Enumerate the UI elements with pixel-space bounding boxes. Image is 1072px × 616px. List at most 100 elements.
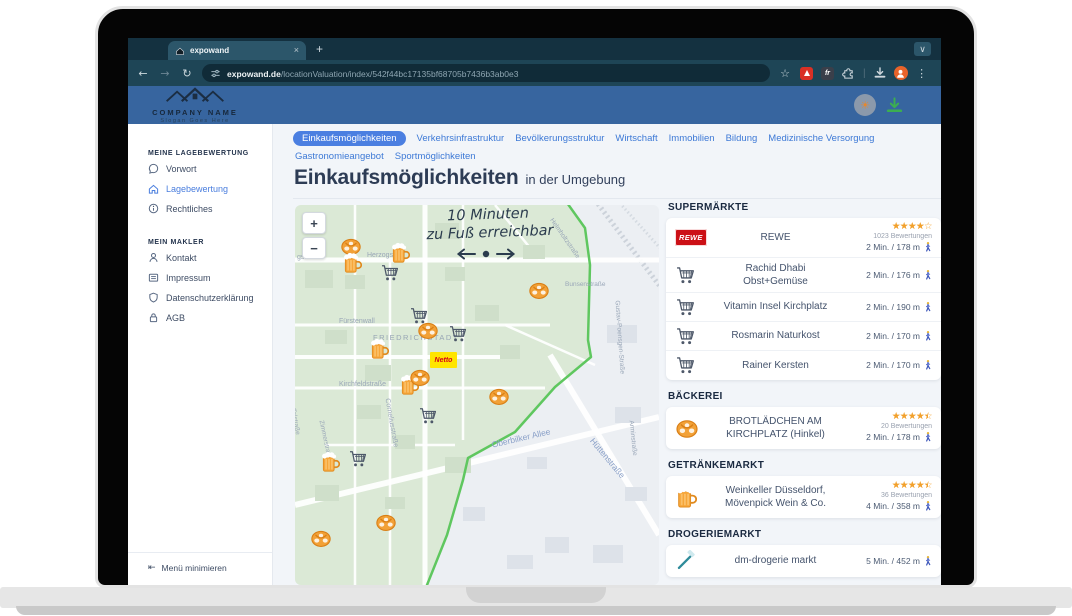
back-button[interactable]: ← [132,67,154,80]
map-marker-bakery-pretzel-icon[interactable] [528,279,550,301]
tab-bildung[interactable]: Bildung [726,133,758,144]
toothbrush-icon [675,550,696,571]
review-count: 1023 Bewertungen [873,233,932,240]
sidebar-item-agb[interactable]: AGB [148,312,272,323]
tab-gastronomieangebot[interactable]: Gastronomieangebot [295,151,384,162]
distance: 2 Min. / 178 m [866,241,932,253]
site-settings-icon [210,68,221,79]
sidebar-item-kontakt[interactable]: Kontakt [148,252,272,263]
map-marker-supermarket-cart-icon[interactable] [448,324,467,343]
reload-button[interactable]: ↻ [176,67,198,80]
fr-extension-icon[interactable]: fr [821,67,834,80]
distance: 2 Min. / 170 m [866,330,932,342]
map-marker-drinks-beer-icon[interactable] [342,251,362,275]
tab-close-icon[interactable]: × [294,46,299,55]
walking-person-icon [924,555,932,567]
url-path: /locationValuation/index/542f44bc17135bf… [281,69,519,79]
map-marker-bakery-pretzel-icon[interactable] [375,511,397,533]
sidebar-item-impressum[interactable]: Impressum [148,272,272,283]
map-marker-supermarket-cart-icon[interactable] [348,449,367,468]
tab-wirtschaft[interactable]: Wirtschaft [615,133,657,144]
laptop-bottom-edge [16,606,1056,615]
download-report-button[interactable] [886,97,903,114]
url-domain: expowand.de [227,69,281,79]
address-bar[interactable]: expowand.de/locationValuation/index/542f… [202,64,770,82]
tab-verkehrsinfrastruktur[interactable]: Verkehrsinfrastruktur [417,133,505,144]
place-row[interactable]: Rainer Kersten 2 Min. / 170 m [666,351,941,380]
place-name: Weinkeller Düsseldorf, Mövenpick Wein & … [711,484,840,510]
browser-menu-icon[interactable]: ⋮ [916,67,928,80]
map-marker-drinks-beer-icon[interactable] [320,450,340,474]
tab-medizinische-versorgung[interactable]: Medizinische Versorgung [768,133,874,144]
profile-avatar[interactable] [894,66,908,80]
place-row[interactable]: dm-drogerie markt 5 Min. / 452 m [666,545,941,577]
distance: 2 Min. / 170 m [866,359,932,371]
place-row[interactable]: BROTLÄDCHEN AM KIRCHPLATZ (Hinkel) ☆☆☆☆☆… [666,407,941,449]
place-name: Vitamin Insel Kirchplatz [711,300,840,313]
forward-button[interactable]: → [154,67,176,80]
category-title: SUPERMÄRKTE [668,202,941,213]
rewe-logo: REWE [675,229,707,246]
walking-person-icon [924,359,932,371]
downloads-icon[interactable] [874,67,886,79]
pdf-extension-icon[interactable] [800,67,813,80]
walking-person-icon [924,431,932,443]
user-avatar[interactable]: ☀ [854,94,876,116]
tab-bevoelkerungsstruktur[interactable]: Bevölkerungsstruktur [515,133,604,144]
company-logo[interactable]: COMPANY NAME Slogan Goes Here [140,87,250,124]
company-name: COMPANY NAME [140,108,250,117]
chat-bubble-icon [148,163,159,174]
shopping-cart-icon [675,326,695,346]
sidebar-section-title: MEIN MAKLER [148,239,272,246]
place-name: REWE [711,231,840,244]
sidebar-item-datenschutz[interactable]: Datenschutzerklärung [148,292,272,303]
map-marker-bakery-pretzel-icon[interactable] [417,319,439,341]
map-marker-bakery-pretzel-icon[interactable] [310,527,332,549]
distance: 2 Min. / 178 m [866,431,932,443]
map-marker-drinks-beer-icon[interactable] [369,337,389,361]
tab-search-button[interactable]: ∨ [914,42,931,56]
places-panel: SUPERMÄRKTE REWE REWE ☆☆☆☆☆★★★★★ 1023 Be… [666,202,941,585]
sidebar-item-vorwort[interactable]: Vorwort [148,163,272,174]
sidebar-section-title: MEINE LAGEBEWERTUNG [148,150,272,157]
map-marker-supermarket-cart-icon[interactable] [418,406,437,425]
chevron-down-icon: ∨ [919,44,926,55]
place-row[interactable]: REWE REWE ☆☆☆☆☆★★★★★ 1023 Bewertungen 2 … [666,218,941,258]
place-row[interactable]: Rachid Dhabi Obst+Gemüse 2 Min. / 176 m [666,258,941,293]
document-icon [148,272,159,283]
browser-tab-strip: expowand × + ∨ [128,38,941,60]
map-zoom-control: + − [302,212,326,262]
sidebar-item-lagebewertung[interactable]: Lagebewertung [148,183,272,194]
map-marker-bakery-pretzel-icon[interactable] [409,366,431,388]
shield-icon [148,292,159,303]
minimize-menu-button[interactable]: ⇤ Menü minimieren [148,563,272,573]
map-marker-supermarket-cart-icon[interactable] [380,263,399,282]
place-row[interactable]: Weinkeller Düsseldorf, Mövenpick Wein & … [666,476,941,518]
laptop-notch [466,587,606,603]
place-row[interactable]: Vitamin Insel Kirchplatz 2 Min. / 190 m [666,293,941,322]
map-marker-drinks-beer-icon[interactable] [390,241,410,265]
tab-einkaufsmoeglichkeiten[interactable]: Einkaufsmöglichkeiten [293,131,406,146]
star-rating: ☆☆☆☆☆★★★★★ [892,412,932,422]
extensions-puzzle-icon[interactable] [842,67,855,80]
tab-sportmoeglichkeiten[interactable]: Sportmöglichkeiten [395,151,476,162]
map[interactable]: + − 10 Minuten zu Fuß erreichbar [295,205,659,585]
tab-immobilien[interactable]: Immobilien [669,133,715,144]
beer-mug-icon [675,484,697,510]
distance: 5 Min. / 452 m [866,555,932,567]
new-tab-button[interactable]: + [316,42,323,56]
zoom-out-button[interactable]: − [302,237,326,259]
page-title: Einkaufsmöglichkeiten in der Umgebung [294,166,625,190]
map-marker-netto-logo[interactable]: Netto [430,352,457,368]
shopping-cart-icon [675,355,695,375]
zoom-in-button[interactable]: + [302,212,326,234]
sun-icon: ☀ [860,99,870,112]
browser-tab[interactable]: expowand × [168,41,306,60]
place-name: BROTLÄDCHEN AM KIRCHPLATZ (Hinkel) [711,415,840,441]
place-row[interactable]: Rosmarin Naturkost 2 Min. / 170 m [666,322,941,351]
map-marker-bakery-pretzel-icon[interactable] [488,385,510,407]
place-name: Rosmarin Naturkost [711,329,840,342]
bookmark-star-icon[interactable]: ☆ [778,67,792,80]
device-mockup: expowand × + ∨ ← → ↻ expowand.de/locatio… [0,0,1072,616]
sidebar-item-rechtliches[interactable]: Rechtliches [148,203,272,214]
